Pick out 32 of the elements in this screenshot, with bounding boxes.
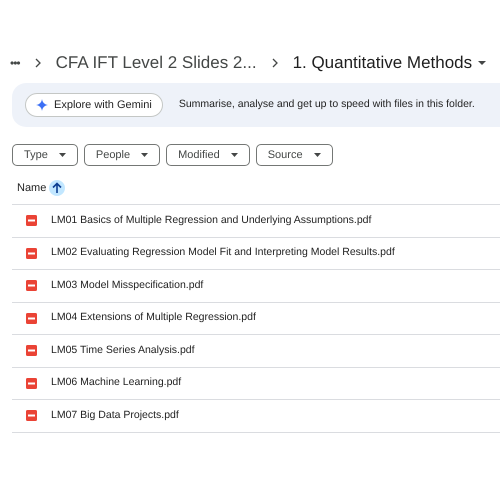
explore-with-gemini-button[interactable]: Explore with Gemini — [25, 93, 163, 117]
filter-dropdown[interactable]: Modified — [166, 144, 250, 166]
more-path-button[interactable]: ••• — [10, 54, 20, 72]
filter-dropdown[interactable]: People — [84, 144, 160, 166]
pdf-file-icon — [26, 215, 37, 226]
pdf-file-icon — [26, 280, 37, 292]
pdf-file-icon — [26, 312, 37, 324]
file-name[interactable]: LM06 Machine Learning.pdf — [51, 375, 182, 392]
caret-down-icon — [141, 153, 148, 157]
current-folder-button[interactable]: 1. Quantitative Methods — [292, 50, 486, 76]
chevron-right-icon — [34, 58, 42, 68]
chevron-right-icon — [270, 58, 279, 68]
file-name[interactable]: LM03 Model Misspecification.pdf — [51, 278, 204, 294]
file-name[interactable]: LM07 Big Data Projects.pdf — [51, 408, 179, 424]
pdf-file-icon — [26, 378, 37, 389]
sparkle-icon — [36, 99, 48, 111]
pdf-file-icon — [26, 248, 37, 259]
caret-down-icon[interactable] — [478, 60, 486, 66]
pdf-file-icon — [26, 410, 37, 422]
breadcrumb-link[interactable]: CFA IFT Level 2 Slides 2... — [56, 50, 257, 76]
banner-text: Summarise, analyse and get up to speed with files in this folder. — [178, 97, 475, 112]
pdf-file-icon — [26, 345, 37, 356]
caret-down-icon — [230, 153, 238, 157]
file-name[interactable]: LM02 Evaluating Regression Model Fit and Interpreting Model Results.pdf — [51, 245, 395, 262]
file-name[interactable]: LM01 Basics of Multiple Regression and Underlying Assumptions.pdf — [51, 212, 372, 229]
filter-dropdown[interactable]: Source — [256, 144, 333, 166]
column-header[interactable]: Name — [17, 180, 46, 196]
file-name[interactable]: LM05 Time Series Analysis.pdf — [51, 342, 195, 359]
file-name[interactable]: LM04 Extensions of Multiple Regression.pdf — [51, 310, 256, 326]
caret-down-icon — [58, 153, 66, 157]
caret-down-icon — [314, 153, 321, 157]
filter-dropdown[interactable]: Type — [12, 144, 78, 166]
